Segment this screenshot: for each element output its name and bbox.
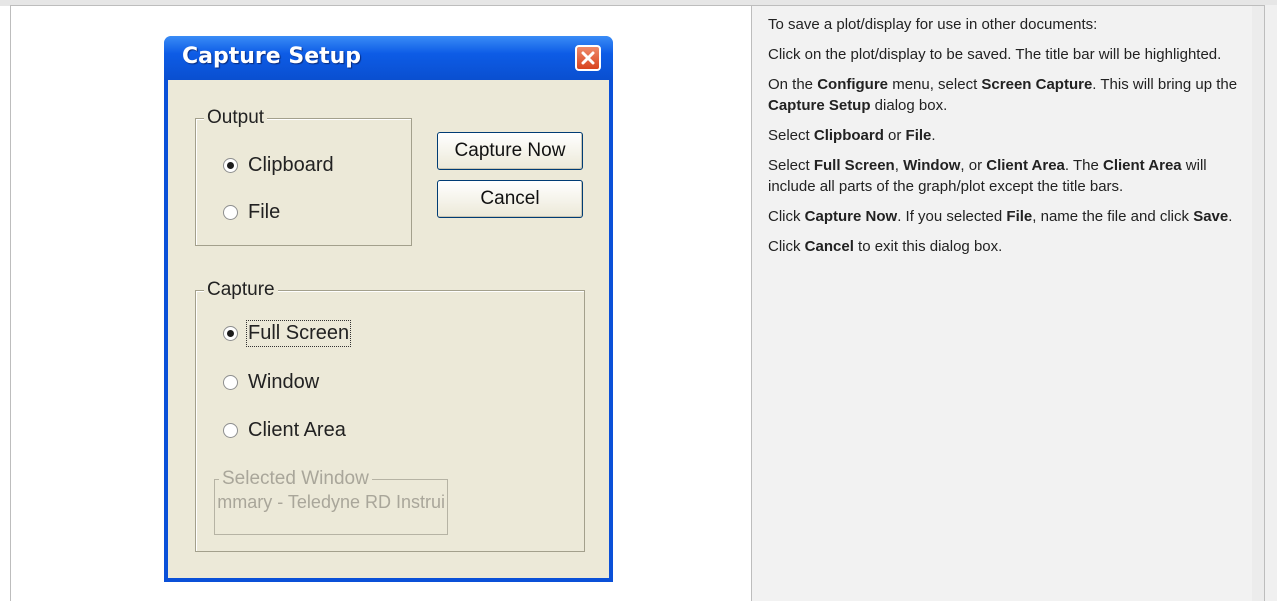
instructions-cell: To save a plot/display for use in other … [752,6,1264,601]
radio-button-icon[interactable] [223,326,238,341]
selected-window-groupbox: Selected Window iarge Summary - Teledyne… [214,467,448,535]
radio-client-area-label: Client Area [248,419,346,441]
capture-groupbox: Capture Full Screen Window Client Area S… [195,278,585,552]
instructions-text: To save a plot/display for use in other … [768,14,1248,266]
instruction-intro: To save a plot/display for use in other … [768,16,1098,33]
instruction-step-6: Click Cancel to exit this dialog box. [768,238,1003,255]
close-icon [581,51,595,65]
dialog-client-area: Output Clipboard File Capture Now Cancel… [168,80,609,578]
radio-file-label: File [248,201,281,223]
instruction-step-2: On the Configure menu, select Screen Cap… [768,76,1238,114]
radio-full-screen[interactable]: Full Screen [223,320,352,347]
instruction-step-5: Click Capture Now. If you selected File,… [768,208,1233,225]
output-legend: Output [204,106,268,130]
radio-button-icon[interactable] [223,375,238,390]
radio-client-area[interactable]: Client Area [223,419,346,442]
close-button[interactable] [575,45,601,71]
output-groupbox: Output Clipboard File [195,106,412,246]
selected-window-value: iarge Summary - Teledyne RD Instrui [217,492,445,512]
content-table: Capture Setup Output Clipboard File Capt… [10,5,1265,601]
page-right-edge [1265,5,1277,601]
radio-window[interactable]: Window [223,371,319,394]
radio-window-label: Window [248,371,320,393]
radio-button-icon[interactable] [223,423,238,438]
radio-button-icon[interactable] [223,158,238,173]
instruction-step-3: Select Clipboard or File. [768,127,936,144]
instruction-step-1: Click on the plot/display to be saved. T… [768,46,1222,63]
screenshot-cell: Capture Setup Output Clipboard File Capt… [11,6,751,601]
selected-window-legend: Selected Window [219,467,372,491]
radio-clipboard-label: Clipboard [248,154,334,176]
radio-file[interactable]: File [223,201,280,224]
radio-button-icon[interactable] [223,205,238,220]
radio-clipboard[interactable]: Clipboard [223,154,334,177]
dialog-title: Capture Setup [182,44,362,69]
capture-now-button[interactable]: Capture Now [437,132,583,170]
capture-legend: Capture [204,278,278,302]
dialog-titlebar[interactable]: Capture Setup [164,36,613,80]
radio-full-screen-label: Full Screen [245,320,352,347]
instruction-step-4: Select Full Screen, Window, or Client Ar… [768,157,1207,195]
capture-setup-dialog: Capture Setup Output Clipboard File Capt… [164,36,613,582]
cancel-button[interactable]: Cancel [437,180,583,218]
